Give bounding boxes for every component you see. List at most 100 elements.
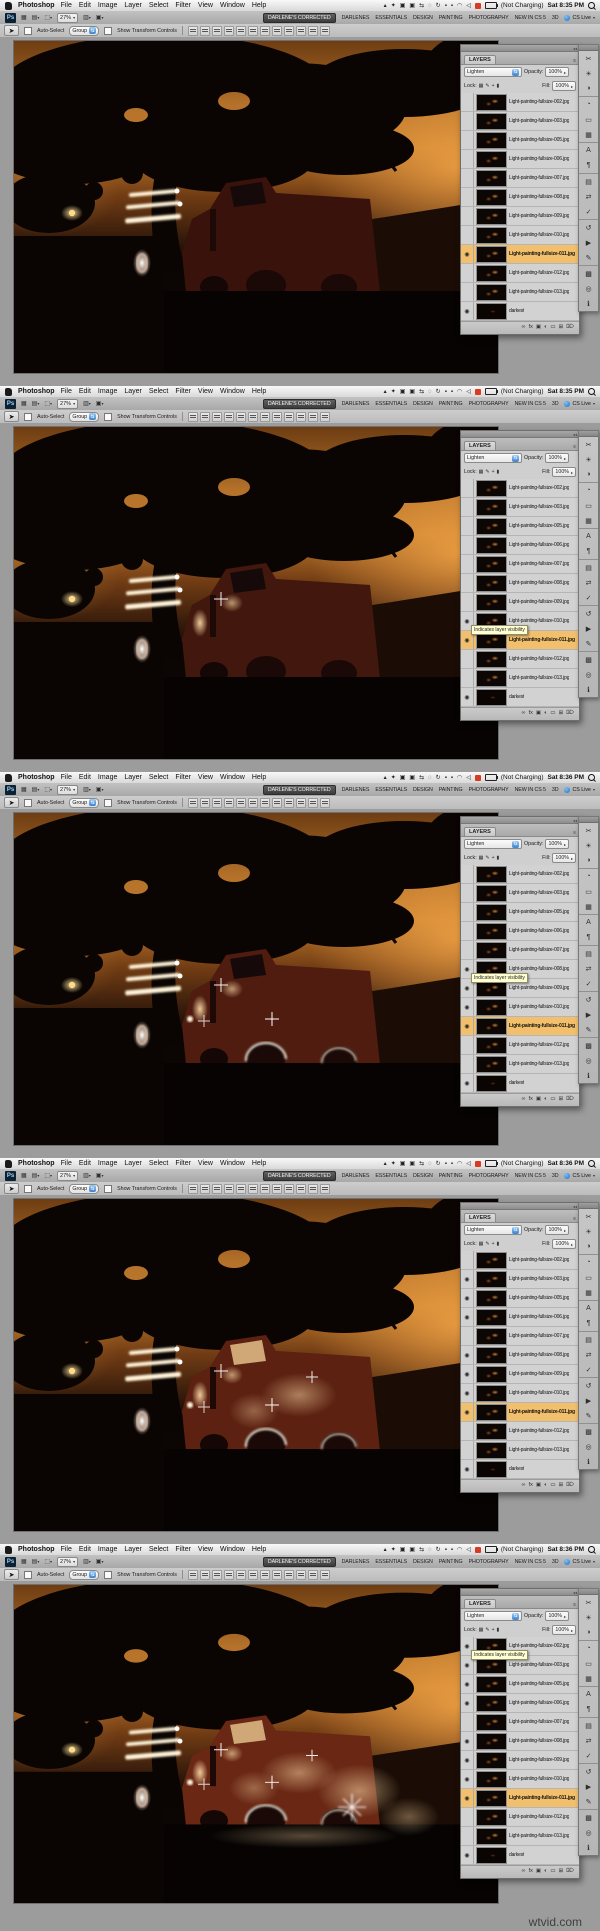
auto-select-checkbox[interactable] — [24, 26, 32, 35]
volume-icon[interactable]: ◁ — [466, 1547, 471, 1553]
history-panel-icon[interactable]: ↺ — [579, 605, 598, 621]
bridge-icon[interactable]: ▦ — [21, 1558, 27, 1565]
layer-group-icon[interactable]: ▭ — [550, 325, 555, 331]
workspace-button-1[interactable]: DARLENES — [342, 15, 370, 21]
menu-select[interactable]: Select — [149, 1160, 168, 1167]
view-extras-icon[interactable]: ▤▾ — [32, 400, 40, 407]
layer-style-icon[interactable]: fx — [529, 325, 533, 331]
layer-mask-icon[interactable]: ▣ — [536, 325, 541, 331]
zoom-level-select[interactable]: 27% ▾ — [57, 1170, 79, 1181]
adjustments-panel-icon[interactable]: ◔ — [579, 868, 598, 884]
layer-row[interactable]: Light-painting-fullsize-010.jpg — [461, 998, 579, 1017]
layer-row[interactable]: Light-painting-fullsize-012.jpg — [461, 1422, 579, 1441]
info-panel-icon[interactable]: ℹ — [579, 1840, 598, 1855]
cs-live-button[interactable]: CS Live ▾ — [564, 14, 595, 21]
align-icon-11[interactable] — [319, 1569, 330, 1580]
notification-icon[interactable]: ▴ — [384, 1547, 387, 1553]
layer-thumbnail[interactable] — [476, 1846, 507, 1864]
layer-visibility-toggle[interactable] — [461, 1365, 474, 1383]
app-menu-photoshop[interactable]: Photoshop — [18, 2, 55, 9]
layer-visibility-toggle[interactable] — [461, 688, 474, 706]
actions-panel-icon[interactable]: ▶ — [579, 621, 598, 636]
menu-filter[interactable]: Filter — [175, 2, 191, 9]
workspace-button-1[interactable]: DARLENES — [342, 1173, 370, 1179]
clone-source-panel-icon[interactable]: ◎ — [579, 281, 598, 296]
move-tool-icon[interactable]: ➤ — [4, 411, 19, 422]
layer-visibility-toggle[interactable] — [461, 245, 474, 263]
battery-status[interactable]: (Not Charging) — [501, 1546, 544, 1553]
circle-outline-icon[interactable]: ◌ — [428, 3, 432, 9]
workspace-button-3[interactable]: DESIGN — [413, 1173, 433, 1179]
align-icon-0[interactable] — [187, 411, 198, 422]
wifi-icon[interactable]: ◠ — [457, 389, 462, 395]
character-panel-icon[interactable]: A — [579, 142, 598, 158]
align-icon-1[interactable] — [199, 1183, 210, 1194]
delete-layer-icon[interactable]: ⌦ — [566, 325, 574, 331]
align-icon-10[interactable] — [307, 1183, 318, 1194]
layer-thumbnail[interactable] — [476, 1460, 507, 1478]
layer-visibility-toggle[interactable] — [461, 479, 474, 497]
move-tool-icon[interactable]: ➤ — [4, 1183, 19, 1194]
clone-source-panel-icon[interactable]: ◎ — [579, 1439, 598, 1454]
layer-row[interactable]: Light-painting-fullsize-010.jpg — [461, 1384, 579, 1403]
layer-style-icon[interactable]: fx — [529, 1869, 533, 1875]
delete-layer-icon[interactable]: ⌦ — [566, 711, 574, 717]
layer-visibility-toggle[interactable] — [461, 498, 474, 516]
widget-icon[interactable]: ✦ — [391, 775, 396, 781]
opacity-value-select[interactable]: 100% ▸ — [545, 1611, 570, 1621]
fill-value-select[interactable]: 100% ▸ — [552, 467, 576, 477]
panel-menu-icon[interactable]: ≡ — [573, 1602, 576, 1608]
align-icon-11[interactable] — [319, 25, 330, 36]
auto-select-target-select[interactable]: Group ⇅ — [69, 411, 100, 422]
circle-outline-icon[interactable]: ◌ — [428, 389, 432, 395]
canvas-image[interactable] — [13, 1198, 499, 1532]
align-icon-5[interactable] — [247, 1569, 258, 1580]
layer-row[interactable]: Light-painting-fullsize-005.jpg — [461, 903, 579, 922]
menu-view[interactable]: View — [198, 1546, 213, 1553]
app-box-1-icon[interactable]: ▣ — [400, 1547, 406, 1553]
masks-panel-icon[interactable]: ▭ — [579, 498, 598, 513]
volume-icon[interactable]: ◁ — [466, 3, 471, 9]
workspace-button-0[interactable]: DARLENE'S CORRECTED — [262, 1170, 336, 1181]
workspace-button-4[interactable]: PAINTING — [439, 1173, 463, 1179]
workspace-button-1[interactable]: DARLENES — [342, 787, 370, 793]
display-1-icon[interactable]: ▪ — [445, 1547, 447, 1553]
wifi-icon[interactable]: ◠ — [457, 775, 462, 781]
align-icon-6[interactable] — [259, 25, 270, 36]
masks-panel-icon[interactable]: ▭ — [579, 884, 598, 899]
align-icon-3[interactable] — [223, 1183, 234, 1194]
swatches-panel-icon[interactable]: ☀ — [579, 452, 598, 467]
layer-visibility-toggle[interactable] — [461, 1346, 474, 1364]
menu-file[interactable]: File — [61, 774, 72, 781]
cs-live-button[interactable]: CS Live ▾ — [564, 400, 595, 407]
zoom-tool-icon[interactable]: ⬚▾ — [44, 1172, 52, 1179]
info-panel-icon[interactable]: ℹ — [579, 296, 598, 311]
channels-panel-icon[interactable]: ⇄ — [579, 189, 598, 204]
show-transform-checkbox[interactable] — [104, 1570, 113, 1579]
lock-buttons[interactable]: ▦ ✎ + ▮ — [479, 1627, 500, 1633]
tool-presets-panel-icon[interactable]: ✎ — [579, 636, 598, 651]
layer-row[interactable]: Light-painting-fullsize-007.jpg — [461, 169, 579, 188]
layer-thumbnail[interactable] — [476, 1770, 507, 1788]
layer-thumbnail[interactable] — [476, 498, 507, 516]
lock-buttons[interactable]: ▦ ✎ + ▮ — [479, 1241, 500, 1247]
new-layer-icon[interactable]: ⊞ — [559, 325, 564, 331]
align-icon-4[interactable] — [235, 1183, 246, 1194]
layer-visibility-toggle[interactable] — [461, 131, 474, 149]
zoom-tool-icon[interactable]: ⬚▾ — [44, 400, 52, 407]
screen-mode-icon[interactable]: ▣▾ — [96, 786, 104, 793]
delete-layer-icon[interactable]: ⌦ — [566, 1483, 574, 1489]
layer-thumbnail[interactable] — [476, 1403, 507, 1421]
align-icon-9[interactable] — [295, 1569, 306, 1580]
arrange-documents-icon[interactable]: ▥▾ — [83, 786, 91, 793]
styles-panel-icon[interactable]: ◑ — [579, 853, 598, 868]
workspace-button-4[interactable]: PAINTING — [439, 787, 463, 793]
spotlight-search-icon[interactable] — [588, 1160, 595, 1167]
layer-group-icon[interactable]: ▭ — [550, 711, 555, 717]
workspace-button-3[interactable]: DESIGN — [413, 15, 433, 21]
panel-menu-icon[interactable]: ≡ — [573, 58, 576, 64]
panel-menu-icon[interactable]: ≡ — [573, 1216, 576, 1222]
workspace-button-5[interactable]: PHOTOGRAPHY — [469, 15, 509, 21]
battery-status[interactable]: (Not Charging) — [501, 388, 544, 395]
layer-visibility-toggle[interactable] — [461, 998, 474, 1016]
